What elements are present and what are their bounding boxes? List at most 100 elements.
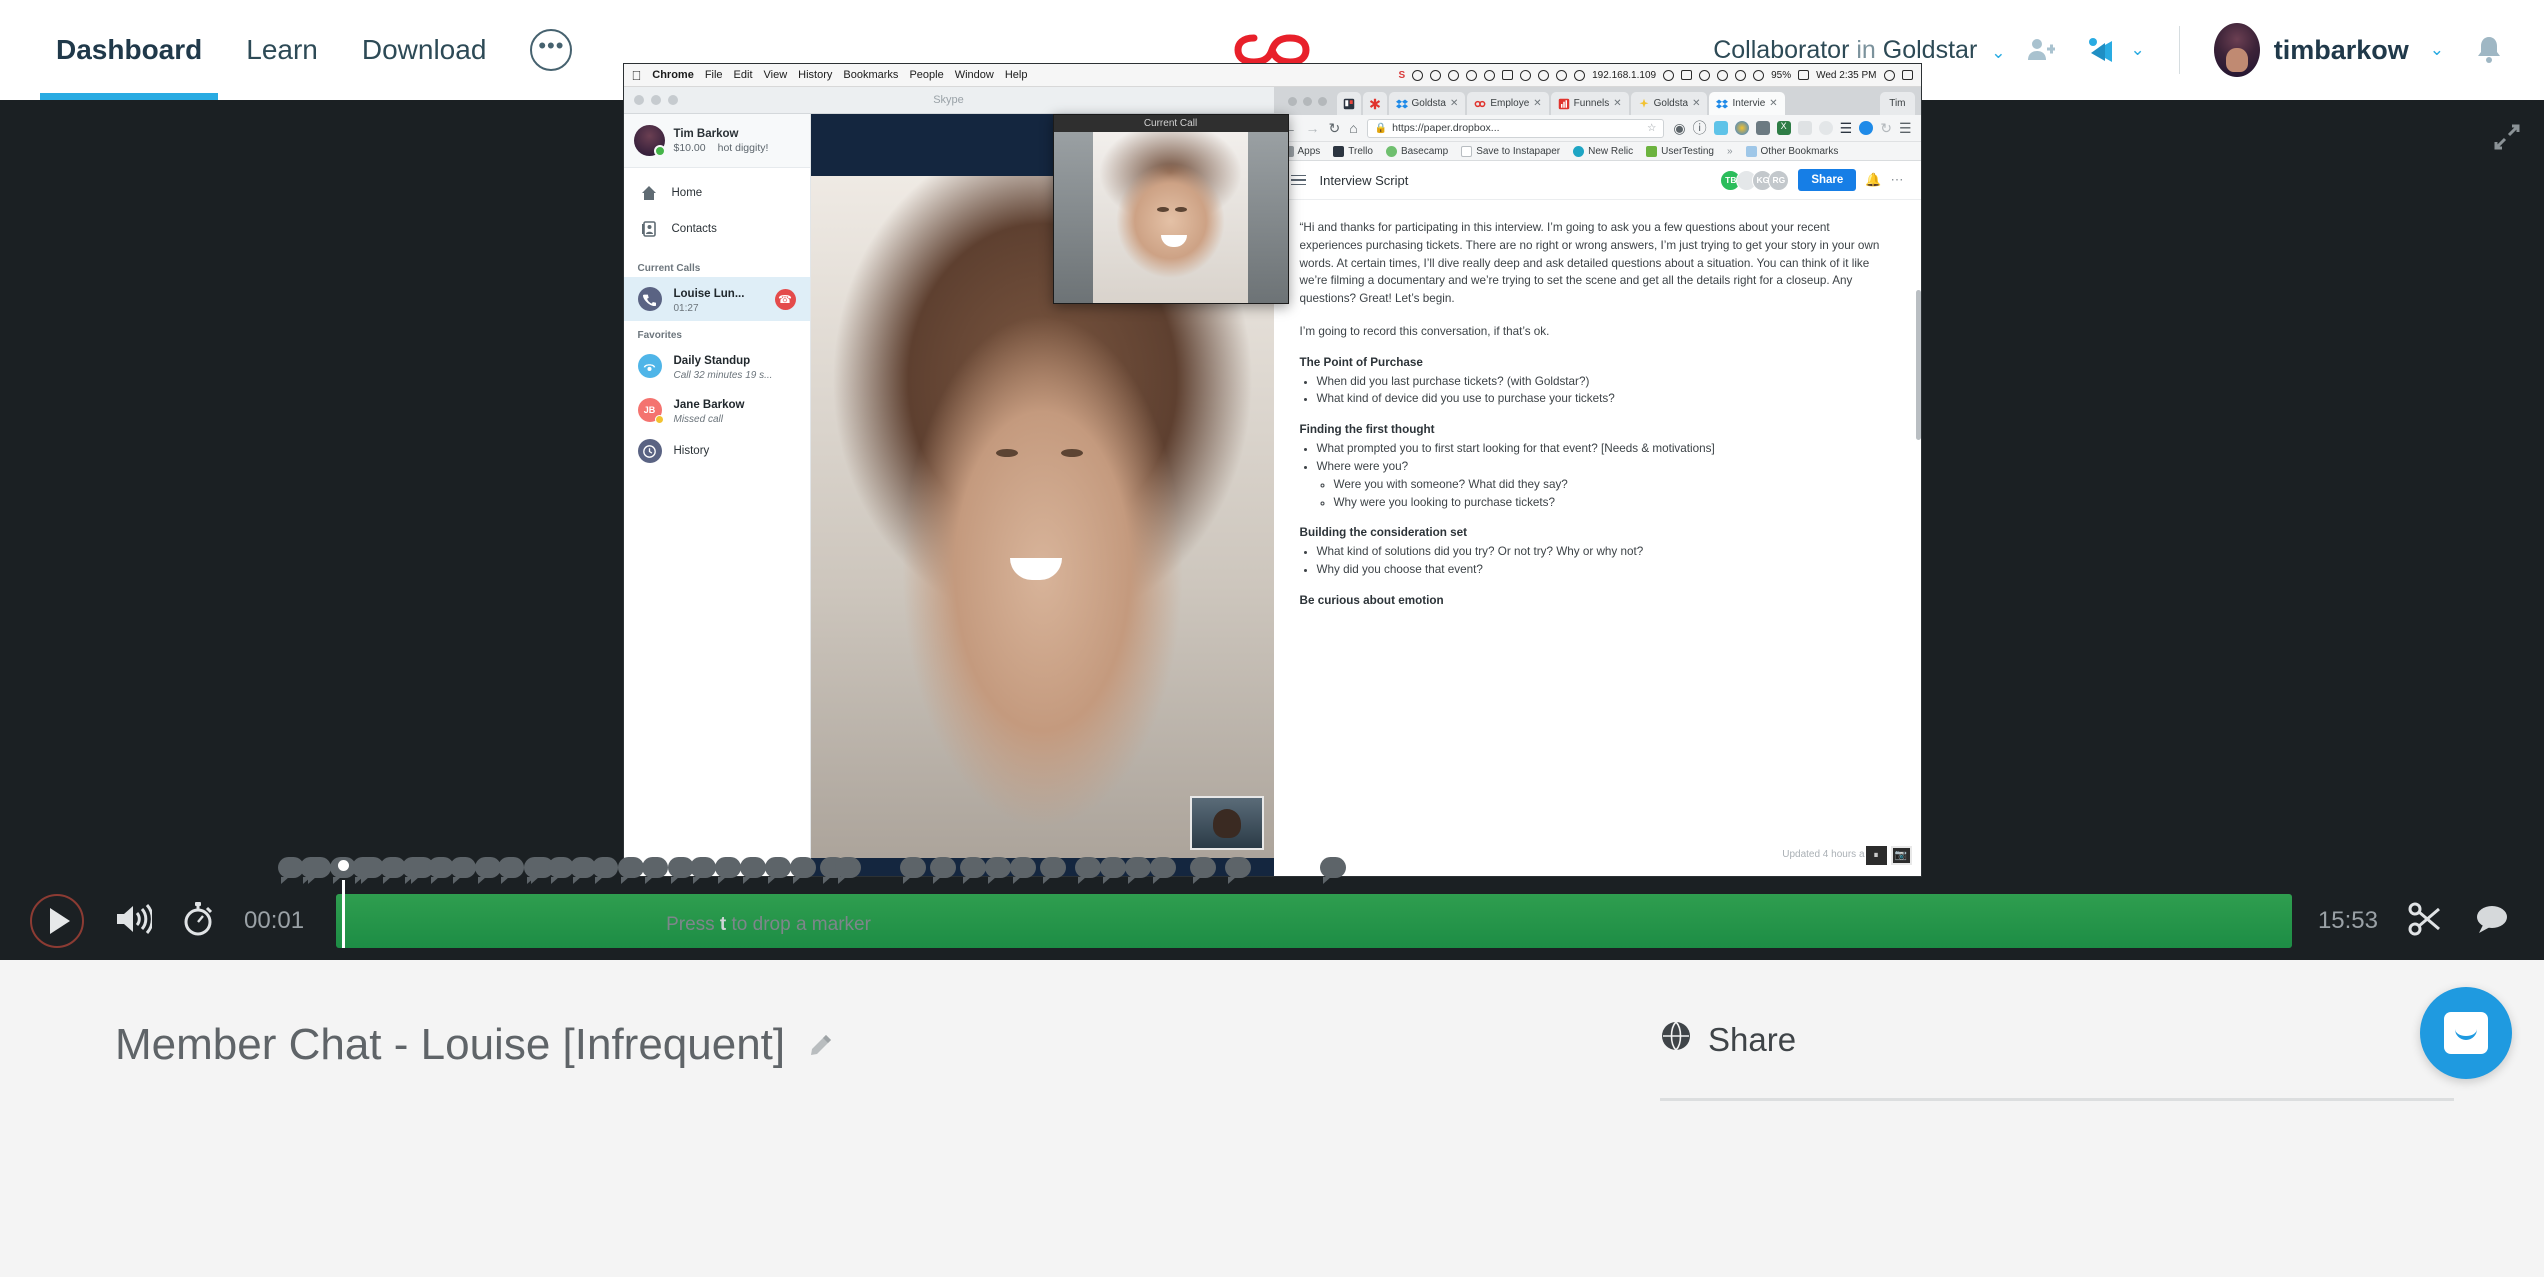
- reload-icon[interactable]: ↻: [1329, 120, 1341, 137]
- maximize-icon[interactable]: [1317, 96, 1327, 106]
- nav-item-learn[interactable]: Learn: [224, 0, 340, 100]
- intercom-messenger-icon[interactable]: [2420, 987, 2512, 1079]
- user-menu[interactable]: timbarkow ⌄: [2204, 23, 2454, 77]
- chrome-tab-goldstar-2[interactable]: Goldsta ✕: [1630, 92, 1708, 115]
- comment-marker[interactable]: [835, 857, 861, 884]
- notification-bell-icon[interactable]: 🔔: [1865, 172, 1881, 188]
- comment-marker[interactable]: [1225, 857, 1251, 884]
- home-icon[interactable]: ⌂: [1349, 120, 1357, 136]
- comment-marker[interactable]: [592, 857, 618, 884]
- hangup-icon[interactable]: ☎: [774, 288, 796, 310]
- skype-my-profile[interactable]: Tim Barkow $10.00 hot diggity!: [623, 114, 810, 168]
- skype-nav-home[interactable]: Home: [624, 175, 810, 211]
- scissors-icon[interactable]: [2408, 902, 2444, 941]
- comment-marker[interactable]: [960, 857, 986, 884]
- menu-history[interactable]: History: [798, 69, 832, 81]
- comment-marker[interactable]: [690, 857, 716, 884]
- playhead[interactable]: [337, 860, 349, 948]
- comment-marker[interactable]: [715, 857, 741, 884]
- comment-marker[interactable]: [1190, 857, 1216, 884]
- comment-marker[interactable]: [1040, 857, 1066, 884]
- close-icon[interactable]: ✕: [1692, 98, 1700, 109]
- print-extension-icon[interactable]: [1755, 121, 1770, 135]
- chrome-tab-goldstar-1[interactable]: Goldsta ✕: [1388, 92, 1466, 115]
- forward-arrow-icon[interactable]: →: [1306, 120, 1320, 136]
- close-icon[interactable]: ✕: [1613, 98, 1621, 109]
- comment-marker[interactable]: [1075, 857, 1101, 884]
- current-call-window[interactable]: Current Call: [1052, 114, 1289, 304]
- comment-marker[interactable]: [498, 857, 524, 884]
- menu-edit[interactable]: Edit: [734, 69, 753, 81]
- chrome-menu-icon[interactable]: ☰: [1899, 120, 1912, 137]
- menu-chrome[interactable]: Chrome: [652, 69, 694, 81]
- add-user-icon[interactable]: [2015, 35, 2065, 65]
- window-controls[interactable]: [1280, 87, 1335, 115]
- playhead-knob[interactable]: [337, 860, 349, 871]
- edit-pencil-icon[interactable]: [807, 1020, 833, 1070]
- volume-icon[interactable]: [114, 902, 154, 941]
- spotlight-search-icon[interactable]: [1883, 69, 1895, 81]
- notification-center-icon[interactable]: [1901, 70, 1913, 80]
- comment-marker[interactable]: [900, 857, 926, 884]
- bookmark-newrelic[interactable]: New Relic: [1573, 145, 1633, 157]
- excel-extension-icon[interactable]: X: [1776, 121, 1791, 135]
- chrome-tab-employe[interactable]: Employe ✕: [1467, 92, 1549, 115]
- bookmark-trello[interactable]: Trello: [1333, 145, 1373, 157]
- nav-item-download[interactable]: Download: [340, 0, 509, 100]
- chrome-pinned-tab-trello[interactable]: [1336, 92, 1361, 115]
- bookmark-usertesting[interactable]: UserTesting: [1646, 145, 1714, 157]
- comment-marker[interactable]: [1125, 857, 1151, 884]
- skype-favorite-daily-standup[interactable]: Daily Standup Call 32 minutes 19 s...: [624, 344, 810, 388]
- menu-view[interactable]: View: [764, 69, 788, 81]
- scrollbar[interactable]: [1915, 290, 1921, 440]
- close-icon[interactable]: [1287, 96, 1297, 106]
- chrome-tab-funnels[interactable]: Funnels ✕: [1550, 92, 1629, 115]
- menu-bookmarks[interactable]: Bookmarks: [843, 69, 898, 81]
- info-extension-icon[interactable]: ⓘ: [1693, 118, 1707, 138]
- ghost-extension-icon[interactable]: [1713, 121, 1728, 135]
- chrome-profile-button[interactable]: Tim: [1880, 92, 1915, 115]
- nav-item-dashboard[interactable]: Dashboard: [34, 0, 224, 100]
- refresh-extension-icon[interactable]: ↻: [1880, 120, 1892, 137]
- comment-marker[interactable]: [1150, 857, 1176, 884]
- play-icon[interactable]: [30, 894, 84, 948]
- menu-file[interactable]: File: [705, 69, 723, 81]
- chrome-tab-interview[interactable]: Intervie ✕: [1709, 92, 1785, 115]
- comment-marker[interactable]: [305, 857, 331, 884]
- more-options-icon[interactable]: ⋯: [1891, 172, 1904, 188]
- hamburger-menu-icon[interactable]: [1290, 174, 1306, 186]
- fullscreen-expand-icon[interactable]: [2492, 122, 2522, 157]
- url-bar[interactable]: 🔒 https://paper.dropbox... ☆: [1366, 118, 1665, 138]
- paper-share-button[interactable]: Share: [1798, 169, 1857, 191]
- comment-marker[interactable]: [790, 857, 816, 884]
- skype-favorite-jane-barkow[interactable]: JB Jane Barkow Missed call: [624, 388, 810, 432]
- bookmark-star-icon[interactable]: ☆: [1647, 122, 1656, 134]
- buffer-extension-icon[interactable]: ☰: [1840, 120, 1853, 137]
- bookmark-instapaper[interactable]: Save to Instapaper: [1461, 145, 1560, 157]
- comment-marker[interactable]: [1100, 857, 1126, 884]
- close-icon[interactable]: ✕: [1769, 98, 1777, 109]
- comment-marker[interactable]: [642, 857, 668, 884]
- minimize-icon[interactable]: [1302, 96, 1312, 106]
- skype-nav-contacts[interactable]: Contacts: [624, 211, 810, 247]
- comment-marker[interactable]: [985, 857, 1011, 884]
- timeline-track[interactable]: Press t to drop a marker: [336, 860, 2292, 948]
- comment-marker[interactable]: [618, 857, 644, 884]
- skype-nav-history[interactable]: History: [624, 432, 810, 470]
- ellipsis-icon[interactable]: •••: [530, 29, 573, 71]
- comment-marker[interactable]: [740, 857, 766, 884]
- close-icon[interactable]: ✕: [1533, 98, 1541, 109]
- color-extension-icon[interactable]: [1734, 121, 1749, 135]
- chrome-pinned-tab-asterisk[interactable]: [1362, 92, 1387, 115]
- megaphone-icon[interactable]: ⌄: [2075, 35, 2154, 65]
- menu-people[interactable]: People: [909, 69, 943, 81]
- menu-window[interactable]: Window: [955, 69, 994, 81]
- dot-extension-icon[interactable]: [1818, 121, 1833, 135]
- notification-bell-icon[interactable]: [2464, 33, 2514, 67]
- close-icon[interactable]: ✕: [1450, 98, 1458, 109]
- menu-help[interactable]: Help: [1005, 69, 1028, 81]
- account-switcher[interactable]: Collaborator in Goldstar ⌄: [1713, 36, 2005, 65]
- comment-marker[interactable]: [1320, 857, 1346, 884]
- paper-document-body[interactable]: “Hi and thanks for participating in this…: [1274, 200, 1921, 876]
- comment-marker[interactable]: [930, 857, 956, 884]
